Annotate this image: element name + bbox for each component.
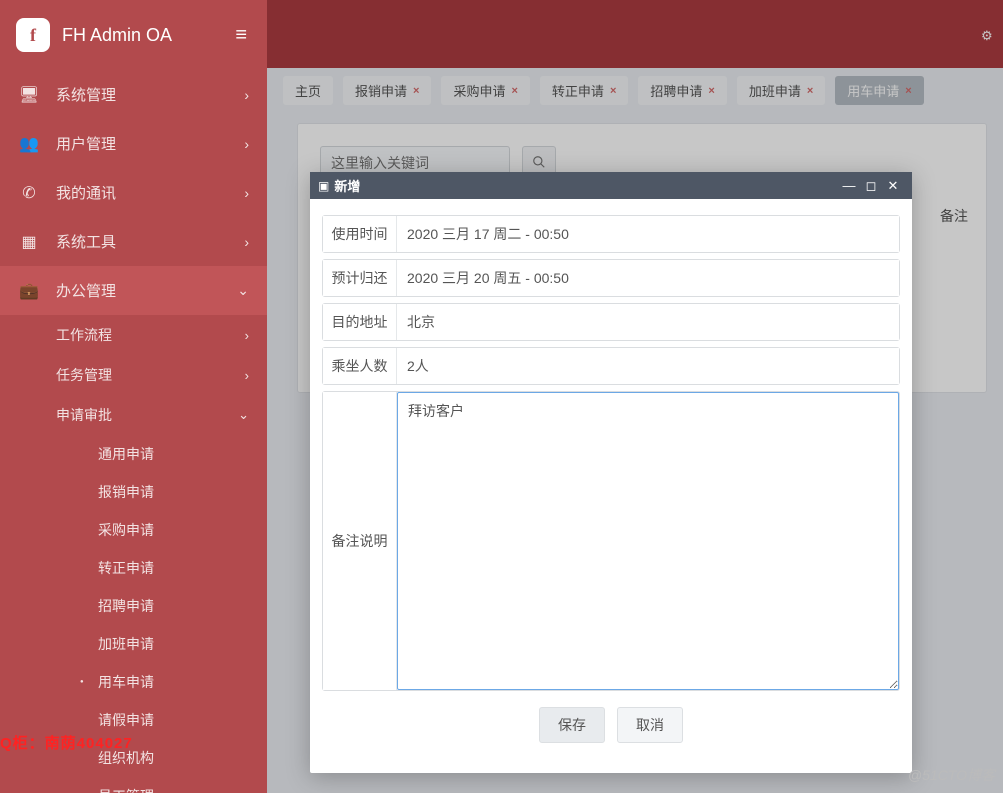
- nav-office-children: 工作流程 › 任务管理 › 申请审批 ⌄ ●通用申请 ●报销申请 ●采购申请 ●…: [0, 315, 267, 793]
- nav-tools[interactable]: ▦ 系统工具 ›: [0, 217, 267, 266]
- chevron-right-icon: ›: [244, 87, 249, 103]
- value-return-time[interactable]: 2020 三月 20 周五 - 00:50: [397, 260, 899, 296]
- minimize-icon[interactable]: —: [838, 178, 860, 193]
- menu-toggle-icon[interactable]: ≡: [231, 20, 251, 51]
- close-icon[interactable]: ✕: [882, 178, 904, 194]
- field-return-time: 预计归还 2020 三月 20 周五 - 00:50: [322, 259, 900, 297]
- approval-reimburse[interactable]: ●报销申请: [0, 473, 267, 511]
- approval-car[interactable]: ●用车申请: [0, 663, 267, 701]
- chevron-right-icon: ›: [245, 328, 249, 343]
- chevron-down-icon: ⌄: [237, 282, 249, 299]
- label-use-time: 使用时间: [323, 216, 397, 252]
- nav-label: 用户管理: [56, 133, 244, 154]
- nav-contacts[interactable]: ✆ 我的通讯 ›: [0, 168, 267, 217]
- approval-recruit[interactable]: ●招聘申请: [0, 587, 267, 625]
- brand-title: FH Admin OA: [62, 25, 231, 46]
- sidebar: f FH Admin OA ≡ 🖥 系统管理 › 👥 用户管理 › ✆ 我的通讯…: [0, 0, 267, 793]
- brand-logo: f: [16, 18, 50, 52]
- approval-regular[interactable]: ●转正申请: [0, 549, 267, 587]
- modal-new: ▣ 新增 — ◻ ✕ 使用时间 2020 三月 17 周二 - 00:50 预计…: [310, 172, 912, 773]
- subnav-tasks[interactable]: 任务管理 ›: [0, 355, 267, 395]
- phone-icon: ✆: [18, 183, 40, 203]
- label-destination: 目的地址: [323, 304, 397, 340]
- field-passengers: 乘坐人数 2人: [322, 347, 900, 385]
- value-passengers[interactable]: 2人: [397, 348, 899, 384]
- approval-general[interactable]: ●通用申请: [0, 435, 267, 473]
- grid-icon: ▦: [18, 232, 40, 252]
- subnav-approval[interactable]: 申请审批 ⌄: [0, 395, 267, 435]
- save-button[interactable]: 保存: [539, 707, 605, 743]
- briefcase-icon: 💼: [18, 281, 40, 301]
- value-use-time[interactable]: 2020 三月 17 周二 - 00:50: [397, 216, 899, 252]
- label-passengers: 乘坐人数: [323, 348, 397, 384]
- modal-title: 新增: [334, 176, 838, 195]
- watermark: @51CTO博客: [908, 765, 995, 785]
- modal-header[interactable]: ▣ 新增 — ◻ ✕: [310, 172, 912, 199]
- value-destination[interactable]: 北京: [397, 304, 899, 340]
- approval-staff[interactable]: ●员工管理: [0, 777, 267, 793]
- chevron-right-icon: ›: [244, 185, 249, 201]
- monitor-icon: 🖥: [18, 85, 40, 105]
- modal-footer: 保存 取消: [322, 703, 900, 759]
- users-icon: 👥: [18, 134, 40, 154]
- label-return-time: 预计归还: [323, 260, 397, 296]
- label-remark: 备注说明: [323, 392, 397, 690]
- approval-overtime[interactable]: ●加班申请: [0, 625, 267, 663]
- chevron-right-icon: ›: [244, 234, 249, 250]
- maximize-icon[interactable]: ◻: [860, 178, 882, 194]
- nav-label: 系统管理: [56, 84, 244, 105]
- chevron-right-icon: ›: [244, 136, 249, 152]
- approval-purchase[interactable]: ●采购申请: [0, 511, 267, 549]
- chevron-down-icon: ⌄: [238, 407, 249, 423]
- brand: f FH Admin OA ≡: [0, 0, 267, 70]
- nav-users[interactable]: 👥 用户管理 ›: [0, 119, 267, 168]
- window-icon: ▣: [318, 179, 329, 193]
- nav-label: 我的通讯: [56, 182, 244, 203]
- field-destination: 目的地址 北京: [322, 303, 900, 341]
- nav-system[interactable]: 🖥 系统管理 ›: [0, 70, 267, 119]
- nav-label: 系统工具: [56, 231, 244, 252]
- cancel-button[interactable]: 取消: [617, 707, 683, 743]
- nav-label: 办公管理: [56, 280, 237, 301]
- modal-body: 使用时间 2020 三月 17 周二 - 00:50 预计归还 2020 三月 …: [310, 199, 912, 773]
- nav-office[interactable]: 💼 办公管理 ⌄: [0, 266, 267, 315]
- subnav-workflow[interactable]: 工作流程 ›: [0, 315, 267, 355]
- field-remark: 备注说明: [322, 391, 900, 691]
- field-use-time: 使用时间 2020 三月 17 周二 - 00:50: [322, 215, 900, 253]
- chevron-right-icon: ›: [245, 368, 249, 383]
- overlay-text: Q柜：南荫404027: [0, 732, 133, 753]
- textarea-remark[interactable]: [397, 392, 899, 690]
